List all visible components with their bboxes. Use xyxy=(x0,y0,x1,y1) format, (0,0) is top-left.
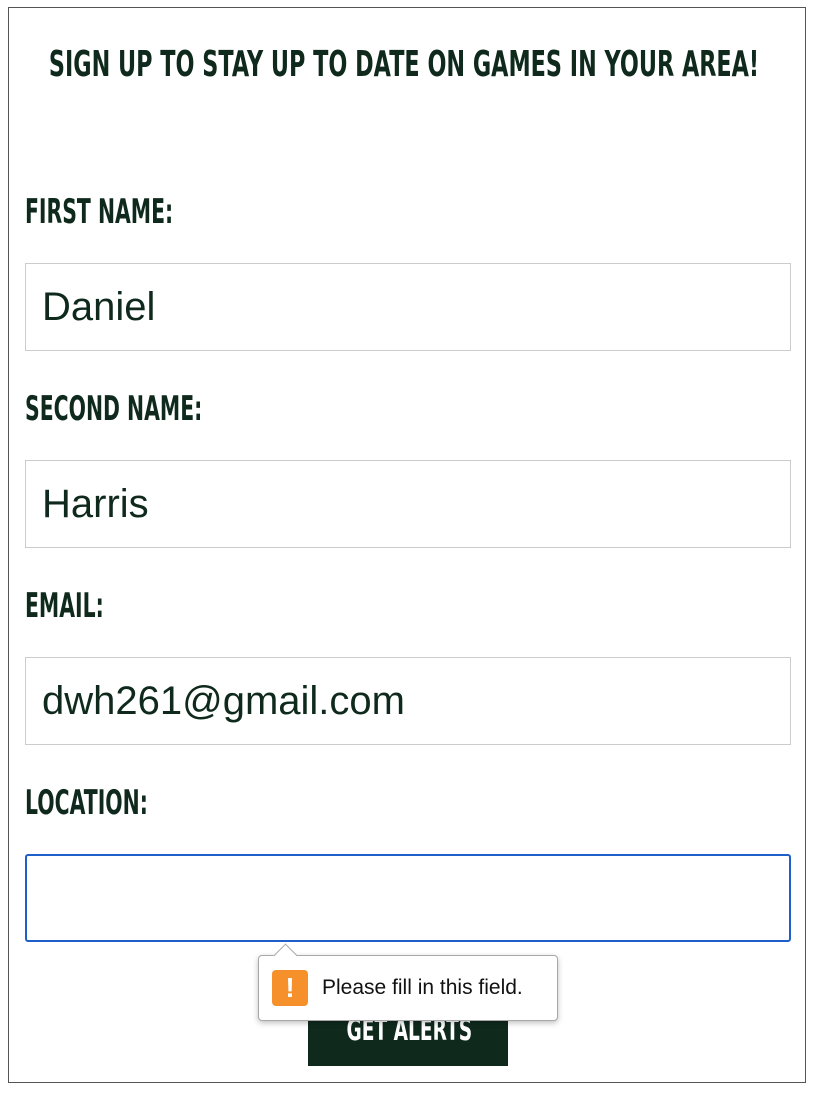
second-name-label: Second Name: xyxy=(25,389,203,429)
warning-icon: ! xyxy=(272,970,308,1006)
email-input[interactable] xyxy=(25,657,791,745)
validation-message: Please fill in this field. xyxy=(322,976,523,999)
second-name-input[interactable] xyxy=(25,460,791,548)
validation-tooltip: ! Please fill in this field. xyxy=(258,943,558,1021)
first-name-input[interactable] xyxy=(25,263,791,351)
email-label: Email: xyxy=(25,586,104,626)
location-label: Location: xyxy=(25,783,148,823)
form-heading: Sign up to stay up to date on games in y… xyxy=(48,44,760,85)
first-name-label: First Name: xyxy=(25,192,174,232)
location-input[interactable] xyxy=(25,854,791,942)
